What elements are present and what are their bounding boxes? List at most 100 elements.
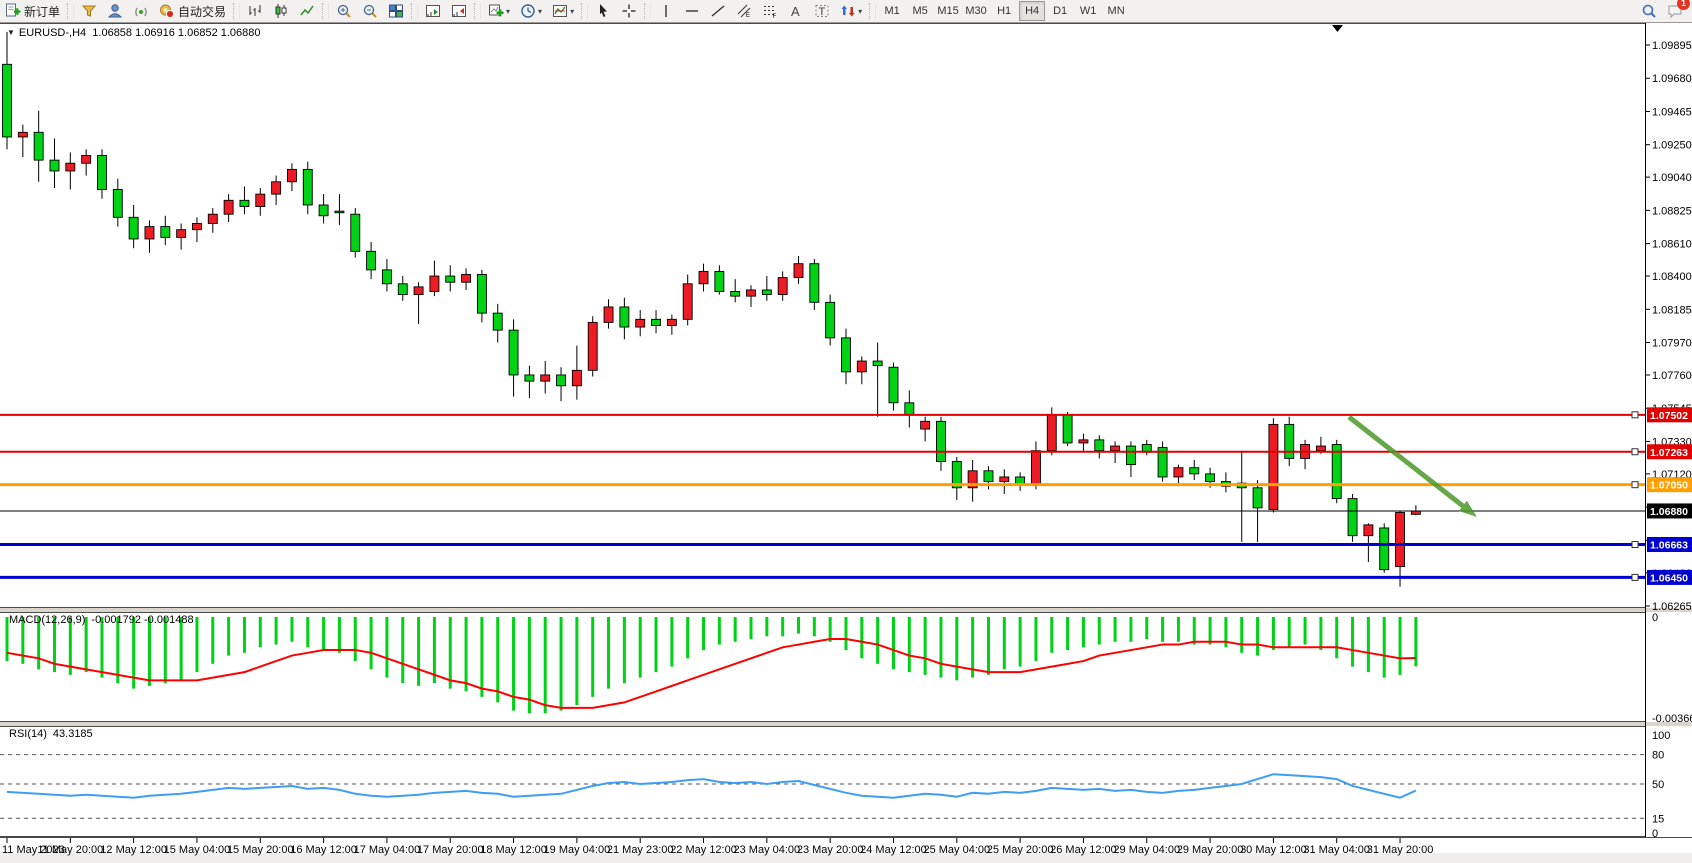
pane-splitter[interactable] [0,608,1692,612]
time-tick-label: 21 May 23:00 [607,844,674,856]
candle-up [462,275,471,283]
candle-up [572,370,581,385]
signals-button[interactable] [129,0,153,22]
autotrade-button[interactable]: 自动交易 [155,0,230,22]
period-icon [520,3,536,19]
candle-up [683,284,692,320]
timeframe-w1-button[interactable]: W1 [1075,1,1101,21]
new-order-button-label: 新订单 [24,3,60,20]
timeframe-mn-button[interactable]: MN [1103,1,1129,21]
candle-up [414,287,423,295]
candle-down [1190,468,1199,474]
timeframe-d1-button[interactable]: D1 [1047,1,1073,21]
mt4-window: 新订单自动交易▾▾▾EFAT▾M1M5M15M30H1H4D1W1MN1 1.0… [0,0,1692,863]
candle-down [557,375,566,386]
bar-chart-icon [247,3,263,19]
toolbar-separator [67,3,74,19]
timeframe-h4-button[interactable]: H4 [1019,1,1045,21]
signal-icon [133,3,149,19]
zoom-in-button[interactable] [332,0,356,22]
timeframe-m5-button[interactable]: M5 [907,1,933,21]
candle-down [303,169,312,205]
candle-down [1095,440,1104,451]
dropdown-arrow-icon: ▾ [506,7,510,16]
candle-up [1079,440,1088,443]
time-tick-label: 23 May 20:00 [797,844,864,856]
bar-chart-button[interactable] [243,0,267,22]
price-tick-label: 1.07970 [1652,338,1692,350]
profile-icon [107,3,123,19]
candle-up [224,200,233,214]
price-tick-label: 1.08610 [1652,239,1692,251]
chat-button[interactable]: 1 [1663,0,1687,22]
chart-canvas[interactable]: 1.098951.096801.094651.092501.090401.088… [0,0,1692,863]
line-handle [1632,482,1638,488]
text-label-tool-button[interactable]: T [810,0,834,22]
candle-down [1285,424,1294,458]
indicators-button[interactable]: ▾ [548,0,578,22]
toolbar-right-group: 1 [1636,0,1688,22]
auto-scroll-button[interactable] [421,0,445,22]
timeframe-h1-button[interactable]: H1 [991,1,1017,21]
time-tick-label: 23 May 04:00 [734,844,801,856]
arrows-tool-button[interactable]: ▾ [836,0,866,22]
trendline-tool-button[interactable] [706,0,730,22]
vertical-line-tool-button[interactable] [654,0,678,22]
community-button[interactable] [103,0,127,22]
label-icon: T [814,3,830,19]
periods-button[interactable]: ▾ [516,0,546,22]
candle-up [177,230,186,238]
time-tick-label: 31 May 20:00 [1367,844,1434,856]
chart-shift-icon [451,3,467,19]
candle-up [145,227,154,239]
search-button[interactable] [1637,0,1661,22]
candle-up [1364,525,1373,536]
candle-down [3,64,12,137]
candle-up [1047,415,1056,451]
candle-down [319,205,328,216]
symbol-period-label: EURUSD-,H4 [19,27,86,39]
timeframe-m15-button[interactable]: M15 [935,1,961,21]
line-chart-button[interactable] [295,0,319,22]
chart-symbol-ohlc-line[interactable]: ▼EURUSD-,H4 1.06858 1.06916 1.06852 1.06… [7,27,261,39]
candle-up [667,319,676,325]
candle-down [889,367,898,403]
candle-up [287,169,296,181]
candlestick-chart-button[interactable] [269,0,293,22]
svg-text:1.06450: 1.06450 [1650,572,1688,584]
cursor-tool-button[interactable] [591,0,615,22]
chart-shift-button[interactable] [447,0,471,22]
timeframe-m30-button[interactable]: M30 [963,1,989,21]
horizontal-line-tool-button[interactable] [680,0,704,22]
svg-text:1.06663: 1.06663 [1650,539,1688,551]
toolbar-separator [581,3,588,19]
svg-text:1.07502: 1.07502 [1650,410,1688,422]
candle-down [113,190,122,218]
new-chart-button[interactable]: ▾ [484,0,514,22]
equidistant-channel-tool-button[interactable]: E [732,0,756,22]
crosshair-tool-button[interactable] [617,0,641,22]
time-tick-label: 17 May 04:00 [354,844,421,856]
candle-down [936,421,945,461]
rsi-indicator-label: RSI(14)43.3185 [9,728,93,740]
svg-text:0: 0 [1652,828,1658,840]
cursor-icon [595,3,611,19]
deposit-button[interactable] [77,0,101,22]
zoom-out-button[interactable] [358,0,382,22]
pane-splitter[interactable] [0,722,1692,726]
candle-up [588,322,597,370]
svg-text:1.07263: 1.07263 [1650,447,1688,459]
hline-icon [684,3,700,19]
candle-down [398,284,407,295]
line-handle [1632,449,1638,455]
price-tick-label: 1.07760 [1652,370,1692,382]
text-tool-button[interactable]: A [784,0,808,22]
timeframe-m1-button[interactable]: M1 [879,1,905,21]
candle-up [208,214,217,223]
candle-down [826,302,835,338]
tile-windows-button[interactable] [384,0,408,22]
candle-down [873,361,882,366]
vline-icon [658,3,674,19]
fibonacci-tool-button[interactable]: F [758,0,782,22]
new-order-button[interactable]: 新订单 [1,0,64,22]
